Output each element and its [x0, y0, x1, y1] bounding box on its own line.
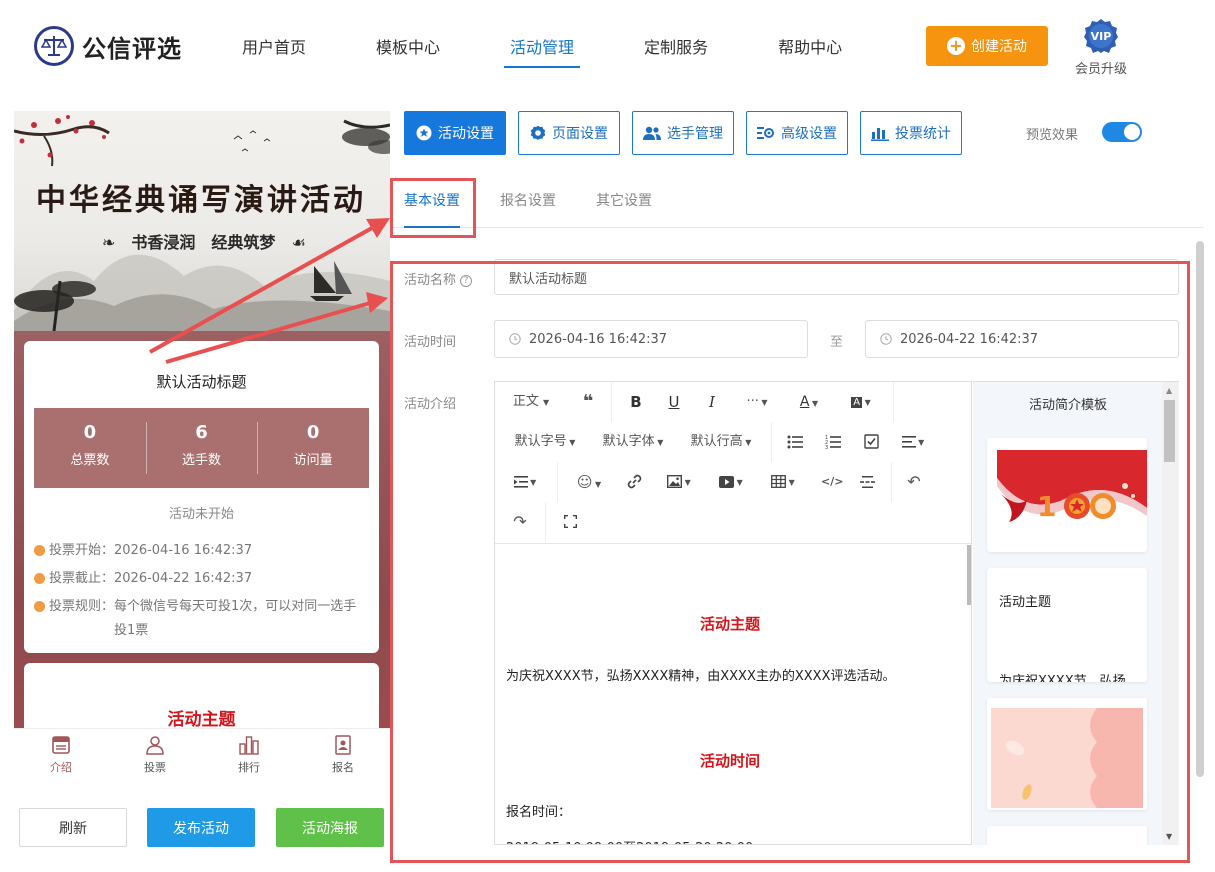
bar-chart-icon	[871, 128, 889, 141]
settings-list-icon	[757, 127, 774, 139]
highlight-box-tab	[390, 178, 476, 238]
highlight-box-form	[390, 261, 1190, 863]
vote-end-row: 投票截止： 2026-04-22 16:42:37	[34, 565, 364, 593]
nav-custom-service[interactable]: 定制服务	[644, 34, 708, 68]
activity-status: 活动未开始	[168, 507, 234, 522]
activity-banner: 中华经典诵写演讲活动 ❧ 书香浸润 经典筑梦 ☙	[14, 111, 390, 331]
vote-stats-button[interactable]: 投票统计	[860, 111, 962, 155]
vote-start-value: 2026-04-16 16:42:37	[114, 543, 253, 558]
preview-effect-toggle[interactable]	[1102, 122, 1142, 142]
vote-start-label: 投票开始：	[49, 543, 115, 558]
users-icon	[643, 126, 661, 140]
vip-upgrade-label: 会员升级	[1074, 62, 1127, 77]
page-settings-button[interactable]: 页面设置	[518, 111, 620, 155]
tab-vote[interactable]: 投票	[108, 729, 202, 789]
stats-bar: 0 总票数 6 选手数 0 访问量	[34, 408, 369, 488]
vote-start-row: 投票开始： 2026-04-16 16:42:37	[34, 537, 364, 565]
content-title: 活动主题	[167, 710, 236, 730]
user-icon	[146, 736, 164, 755]
scales-icon	[34, 26, 74, 66]
vote-rule-value: 每个微信号每天可投1次，可以对同一选手投1票	[114, 599, 357, 638]
tab-rank[interactable]: 排行	[202, 729, 296, 789]
player-management-button[interactable]: 选手管理	[632, 111, 734, 155]
rank-icon	[239, 736, 259, 755]
publish-activity-button[interactable]: 发布活动	[147, 808, 255, 847]
vip-badge-text: VIP	[1091, 30, 1112, 43]
tab-vote-label: 投票	[144, 761, 166, 774]
stat-number: 0	[306, 422, 320, 443]
banner-subtitle: ❧ 书香浸润 经典筑梦 ☙	[94, 229, 314, 253]
stat-total-votes: 0 总票数	[34, 408, 146, 488]
stat-players: 6 选手数	[145, 408, 258, 488]
banner-sub-left: 书香浸润	[131, 233, 196, 252]
main-nav: 用户首页 模板中心 活动管理 定制服务 帮助中心	[242, 34, 912, 68]
stat-label: 总票数	[70, 453, 110, 468]
tab-other-settings[interactable]: 其它设置	[596, 190, 652, 210]
activity-settings-button[interactable]: 活动设置	[404, 111, 506, 155]
stat-visits: 0 访问量	[257, 408, 369, 488]
stat-label: 访问量	[293, 453, 333, 468]
vote-rule-row: 投票规则： 每个微信号每天可投1次，可以对同一选手投1票	[34, 593, 364, 643]
vote-end-label: 投票截止：	[49, 571, 115, 586]
brand-name: 公信评选	[82, 34, 182, 63]
vote-rule-label: 投票规则：	[49, 599, 115, 614]
ink-landscape-illustration	[14, 115, 390, 331]
signup-icon	[335, 735, 351, 755]
tab-rank-label: 排行	[238, 761, 260, 774]
cloud-icon: ❧	[102, 233, 116, 252]
tab-signup-label: 报名	[332, 761, 354, 774]
vote-info: 投票开始： 2026-04-16 16:42:37 投票截止： 2026-04-…	[34, 537, 364, 643]
settings-subtabs: 基本设置 报名设置 其它设置	[390, 178, 1204, 228]
tab-signup[interactable]: 报名	[296, 729, 390, 789]
page-settings-label: 页面设置	[552, 126, 608, 142]
create-activity-button[interactable]: + 创建活动	[926, 26, 1048, 66]
vip-badge-icon: VIP	[1084, 19, 1118, 53]
banner-sub-right: 经典筑梦	[211, 233, 276, 252]
preview-effect-label: 预览效果	[1026, 128, 1079, 143]
nav-templates[interactable]: 模板中心	[376, 34, 440, 68]
vote-stats-label: 投票统计	[895, 126, 951, 142]
info-dot-icon	[34, 601, 45, 612]
gear-icon	[530, 125, 546, 140]
page-scrollbar[interactable]	[1196, 241, 1204, 777]
activity-info-card: 默认活动标题 0 总票数 6 选手数 0 访问量 活动未开始 投票开始： 202…	[24, 341, 379, 653]
tab-intro-label: 介绍	[50, 761, 72, 774]
preview-tabbar: 介绍 投票 排行 报名	[14, 728, 390, 789]
nav-help[interactable]: 帮助中心	[778, 34, 842, 68]
advanced-settings-label: 高级设置	[781, 126, 837, 142]
cloud-icon: ☙	[291, 233, 306, 252]
activity-poster-button[interactable]: 活动海报	[276, 808, 384, 847]
stat-number: 6	[195, 422, 208, 443]
activity-settings-label: 活动设置	[438, 126, 494, 142]
create-activity-label: 创建活动	[971, 39, 1027, 55]
star-icon	[416, 125, 432, 141]
plus-icon: +	[947, 37, 965, 55]
mobile-preview: 中华经典诵写演讲活动 ❧ 书香浸润 经典筑梦 ☙ 默认活动标题 0 总票数 6 选手数…	[14, 111, 390, 789]
activity-title: 默认活动标题	[156, 373, 247, 391]
banner-title: 中华经典诵写演讲活动	[36, 183, 366, 218]
player-management-label: 选手管理	[667, 126, 723, 142]
info-dot-icon	[34, 545, 45, 556]
tab-signup-settings[interactable]: 报名设置	[500, 190, 556, 210]
brand-logo[interactable]: 公信评选	[34, 26, 182, 66]
refresh-button[interactable]: 刷新	[19, 808, 127, 847]
stat-number: 0	[83, 422, 97, 443]
info-dot-icon	[34, 573, 45, 584]
vip-upgrade[interactable]: VIP 会员升级	[1070, 18, 1132, 77]
advanced-settings-button[interactable]: 高级设置	[746, 111, 848, 155]
nav-activity-manage[interactable]: 活动管理	[504, 34, 581, 68]
nav-home[interactable]: 用户首页	[242, 34, 306, 68]
tab-intro[interactable]: 介绍	[14, 729, 108, 789]
intro-icon	[52, 736, 70, 754]
vote-end-value: 2026-04-22 16:42:37	[114, 571, 253, 586]
stat-label: 选手数	[182, 453, 222, 468]
